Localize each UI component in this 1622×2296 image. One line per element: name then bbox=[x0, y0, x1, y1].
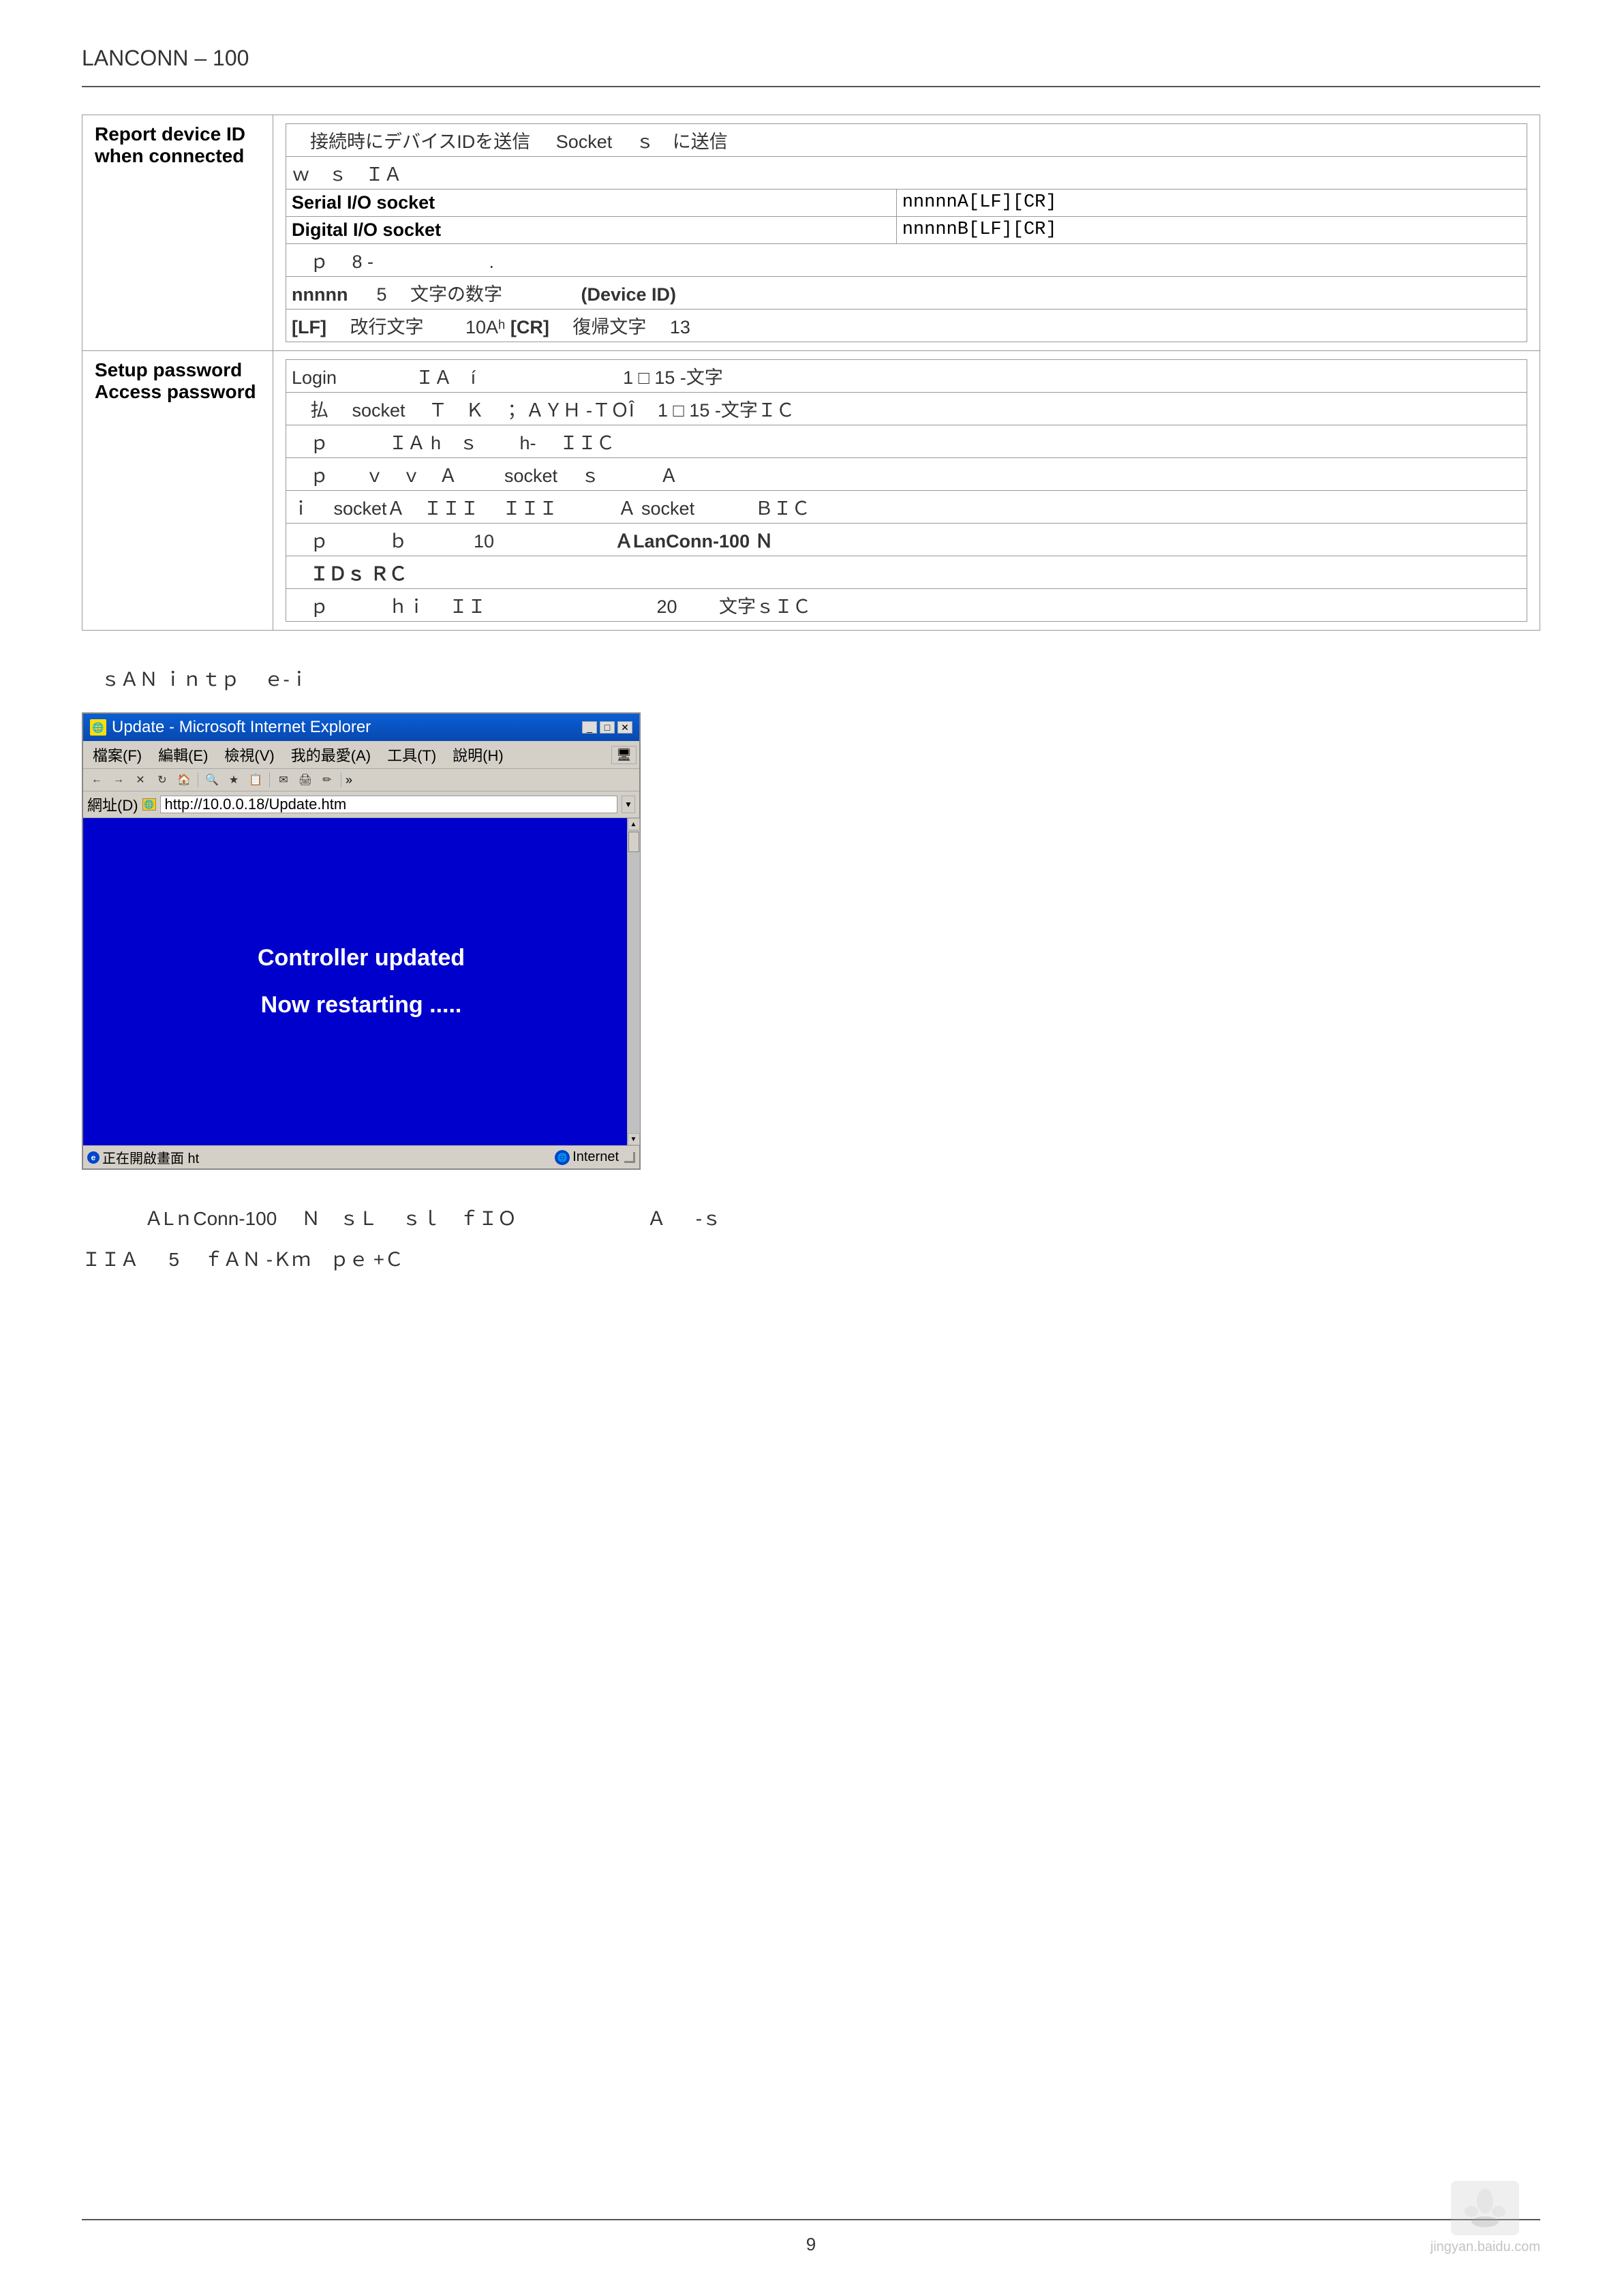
home-button[interactable]: 🏠 bbox=[174, 771, 194, 789]
report-device-id-label: Report device IDwhen connected bbox=[82, 115, 273, 351]
scroll-down-button[interactable]: ▼ bbox=[628, 1133, 640, 1145]
scroll-up-button[interactable]: ▲ bbox=[628, 818, 640, 830]
header-divider bbox=[82, 86, 1540, 87]
menu-file[interactable]: 檔案(F) bbox=[86, 742, 149, 767]
footer-divider bbox=[82, 2219, 1540, 2220]
status-internet-text: Internet bbox=[572, 1149, 619, 1165]
address-label: 網址(D) bbox=[87, 794, 138, 815]
status-right: 🌐 Internet bbox=[555, 1149, 635, 1165]
browser-window: 🌐 Update - Microsoft Internet Explorer _… bbox=[82, 712, 641, 1170]
menu-favorites[interactable]: 我的最愛(A) bbox=[284, 742, 378, 767]
baidu-watermark: jingyan.baidu.com bbox=[1430, 2181, 1540, 2255]
main-content-table: Report device IDwhen connected 接続時にデバイスI… bbox=[82, 115, 1540, 631]
mail-button[interactable]: ✉ bbox=[274, 771, 293, 789]
scrollbar[interactable]: ▲ ▼ bbox=[627, 818, 639, 1145]
menu-view[interactable]: 檢視(V) bbox=[217, 742, 281, 767]
baidu-url-text: jingyan.baidu.com bbox=[1430, 2239, 1540, 2255]
titlebar-left: 🌐 Update - Microsoft Internet Explorer bbox=[90, 718, 371, 737]
table-row-password: Setup passwordAccess password Login ＩＡ í… bbox=[82, 351, 1540, 631]
menu-tools[interactable]: 工具(T) bbox=[380, 742, 443, 767]
address-dropdown[interactable]: ▼ bbox=[622, 796, 635, 813]
controller-updated-text: Controller updated bbox=[258, 945, 465, 971]
refresh-button[interactable]: ↻ bbox=[153, 771, 172, 789]
report-device-id-content: 接続時にデバイスIDを送信 Socket ｓ に送信 ｗ ｓ ＩＡ Serial… bbox=[273, 115, 1540, 351]
browser-titlebar: 🌐 Update - Microsoft Internet Explorer _… bbox=[83, 714, 639, 741]
browser-content: ▲ ▼ Controller updated Now restarting ..… bbox=[83, 818, 639, 1145]
back-button[interactable]: ← bbox=[87, 771, 106, 789]
section-text: ｓＡＮ ｉｎｔｐ ｅ-ｉ bbox=[82, 665, 1540, 692]
titlebar-buttons[interactable]: _ □ ✕ bbox=[582, 721, 632, 734]
menu-edit[interactable]: 編輯(E) bbox=[151, 742, 215, 767]
table-row: Report device IDwhen connected 接続時にデバイスI… bbox=[82, 115, 1540, 351]
password-label: Setup passwordAccess password bbox=[82, 351, 273, 631]
status-left: e 正在開啟畫面 ht bbox=[87, 1147, 548, 1167]
ie-icon: e bbox=[87, 1151, 100, 1164]
history-button[interactable]: 📋 bbox=[246, 771, 265, 789]
print-button[interactable]: 🖨 bbox=[296, 771, 315, 789]
stop-button[interactable]: ✕ bbox=[131, 771, 150, 789]
page-title: LANCONN – 100 bbox=[82, 41, 1540, 72]
page-number: 9 bbox=[82, 2234, 1540, 2255]
forward-button[interactable]: → bbox=[109, 771, 128, 789]
bottom-text-line1: ＡLｎConn-100 Ｎ ｓＬ ｓｌ ｆＩＯ Ａ -ｓ bbox=[82, 1204, 1540, 1235]
search-button[interactable]: 🔍 bbox=[202, 771, 221, 789]
baidu-logo-icon bbox=[1451, 2181, 1519, 2235]
restore-button[interactable]: □ bbox=[600, 721, 615, 734]
spacer bbox=[82, 1286, 1540, 2219]
address-input[interactable] bbox=[160, 796, 617, 813]
browser-addressbar: 網址(D) 🌐 ▼ bbox=[83, 791, 639, 818]
menu-extra[interactable]: 🖥 bbox=[611, 746, 637, 764]
toolbar-separator-2 bbox=[269, 772, 270, 787]
edit-button[interactable]: ✏ bbox=[318, 771, 337, 789]
toolbar-more: » bbox=[346, 773, 352, 787]
address-icon: 🌐 bbox=[142, 798, 156, 811]
password-content: Login ＩＡ í 1 □ 15 -文字 払 socket Ｔ Ｋ ；ＡＹＨ … bbox=[273, 351, 1540, 631]
menu-help[interactable]: 說明(H) bbox=[446, 742, 510, 767]
browser-statusbar: e 正在開啟畫面 ht 🌐 Internet bbox=[83, 1145, 639, 1168]
browser-title: Update - Microsoft Internet Explorer bbox=[112, 718, 371, 737]
scrollbar-track bbox=[628, 830, 640, 1133]
resize-grip bbox=[624, 1152, 635, 1163]
scrollbar-thumb[interactable] bbox=[628, 832, 639, 852]
browser-toolbar: ← → ✕ ↻ 🏠 🔍 ★ 📋 ✉ 🖨 ✏ » bbox=[83, 769, 639, 791]
status-text: 正在開啟畫面 ht bbox=[102, 1147, 199, 1167]
minimize-button[interactable]: _ bbox=[582, 721, 597, 734]
now-restarting-text: Now restarting ..... bbox=[261, 992, 462, 1018]
browser-icon: 🌐 bbox=[90, 719, 106, 736]
close-button[interactable]: ✕ bbox=[617, 721, 632, 734]
favorites-button[interactable]: ★ bbox=[224, 771, 243, 789]
bottom-text-line2: ＩＩＡ 5 ｆＡＮ -Ｋｍ ｐｅ +Ｃ bbox=[82, 1245, 1540, 1275]
internet-icon: 🌐 bbox=[555, 1150, 570, 1165]
browser-menubar: 檔案(F) 編輯(E) 檢視(V) 我的最愛(A) 工具(T) 說明(H) 🖥 bbox=[83, 741, 639, 769]
